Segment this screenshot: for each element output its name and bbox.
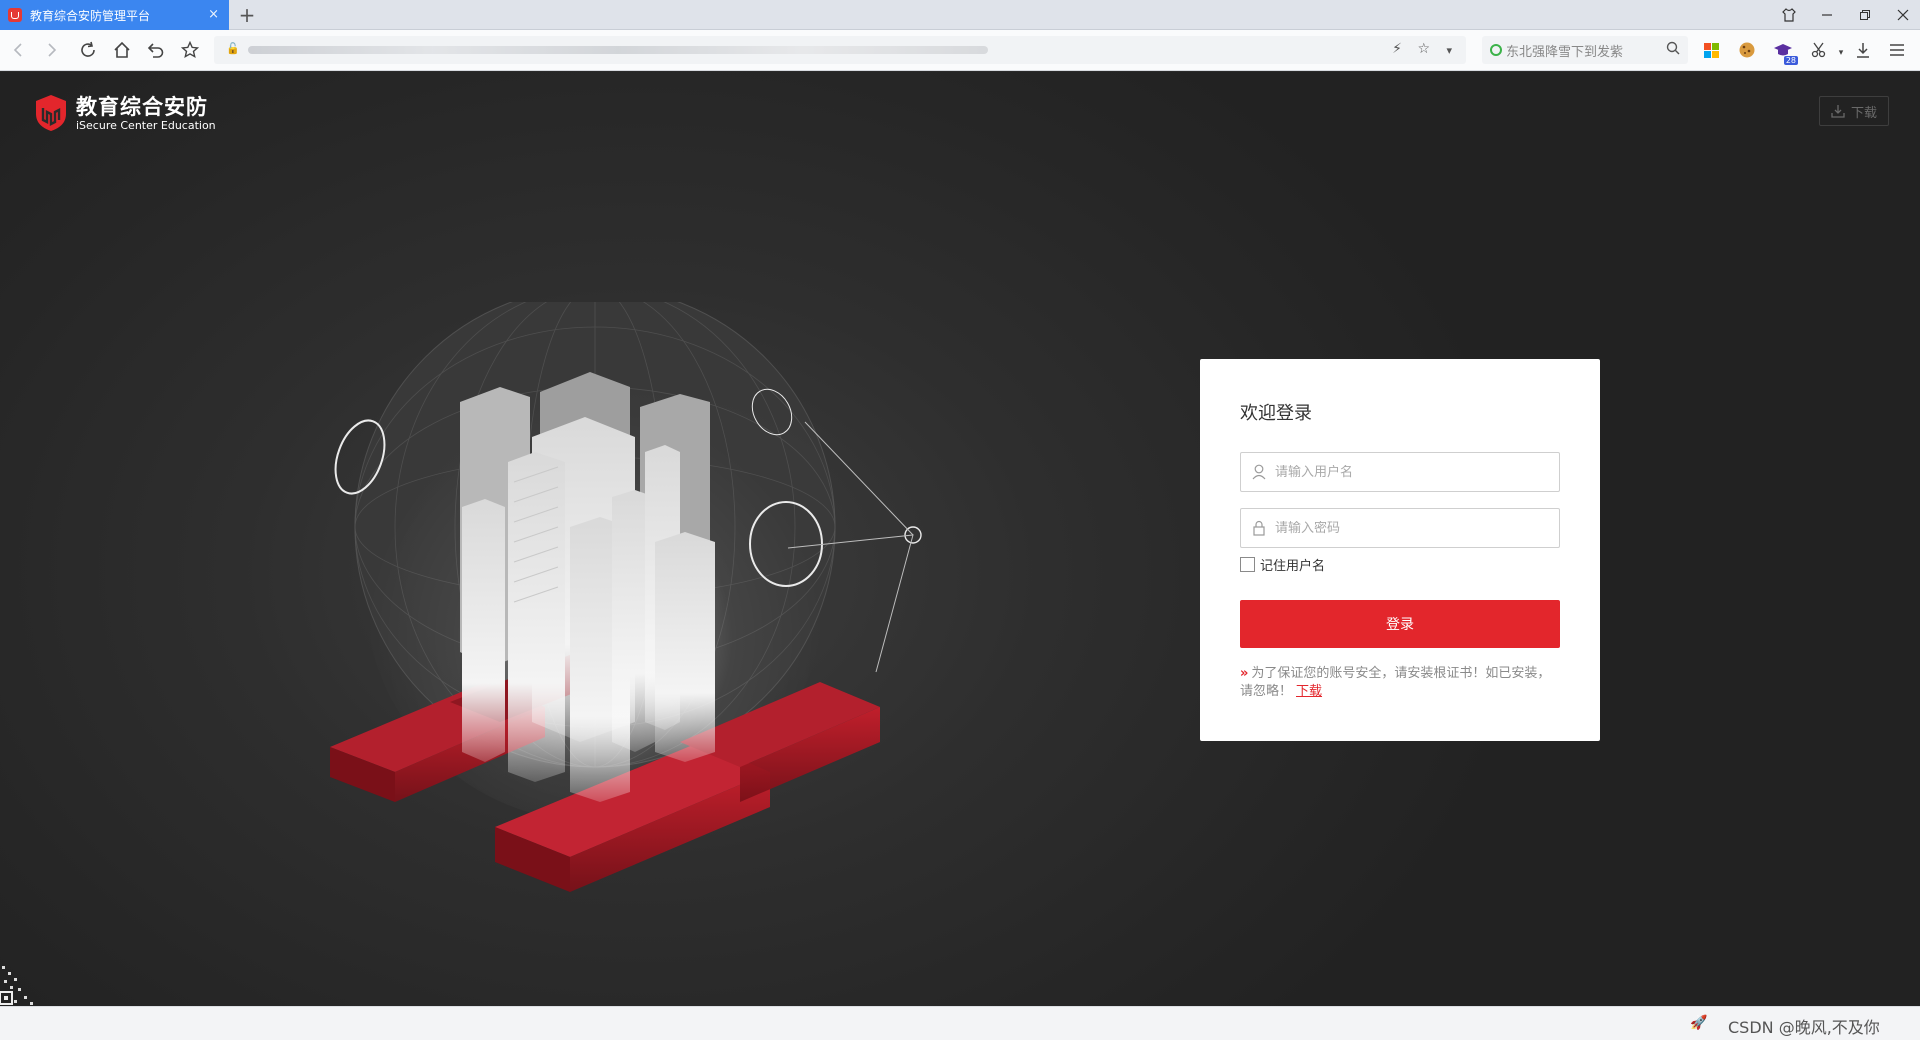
restore-button[interactable] [1846, 0, 1884, 30]
address-blurred-url [248, 46, 988, 54]
scissors-dropdown-icon[interactable]: ▾ [1830, 42, 1852, 64]
forward-icon[interactable] [40, 38, 64, 62]
username-field[interactable] [1240, 452, 1560, 492]
favorite-star-icon[interactable]: ☆ [1417, 41, 1430, 57]
double-chevron-icon: » [1240, 666, 1249, 681]
lock-icon [1251, 520, 1267, 536]
search-box[interactable]: 东北强降雪下到发紫 [1482, 36, 1688, 64]
browser-tab-active[interactable]: 教育综合安防管理平台 × [0, 0, 229, 30]
user-icon [1251, 464, 1267, 480]
remember-label: 记住用户名 [1260, 559, 1326, 574]
remember-checkbox[interactable] [1240, 557, 1255, 572]
tab-close-icon[interactable]: × [208, 7, 219, 22]
download-button[interactable]: 下载 [1819, 96, 1889, 126]
csdn-watermark: CSDN @晚风,不及你 [1728, 1018, 1880, 1037]
browser-navbar: 🔓 ⚡ ☆ ▾ 东北强降雪下到发紫 28 ▾ [0, 30, 1920, 71]
password-input[interactable] [1275, 520, 1545, 536]
new-tab-button[interactable]: + [236, 3, 258, 27]
logo-title: 教育综合安防 [76, 94, 208, 119]
city-globe-illustration [330, 302, 922, 892]
login-button[interactable]: 登录 [1240, 600, 1560, 648]
back-icon[interactable] [6, 38, 30, 62]
graduation-cap-icon[interactable]: 28 [1772, 39, 1798, 65]
download-manager-icon[interactable] [1852, 39, 1874, 61]
city-buildings [460, 372, 715, 802]
home-icon[interactable] [110, 38, 134, 62]
shield-logo-icon [36, 95, 66, 131]
brand-logo: 教育综合安防 iSecure Center Education [34, 94, 216, 132]
login-page: 教育综合安防 iSecure Center Education 下载 欢迎登录 … [0, 72, 1920, 1006]
extension-badge: 28 [1783, 56, 1798, 65]
username-input[interactable] [1275, 464, 1545, 480]
rocket-icon[interactable]: 🚀 [1690, 1015, 1707, 1031]
login-title: 欢迎登录 [1240, 403, 1312, 424]
search-icon[interactable] [1666, 41, 1680, 59]
certificate-notice: » 为了保证您的账号安全，请安装根证书！如已安装，请忽略！ 下载 [1240, 665, 1560, 701]
lightning-icon[interactable]: ⚡ [1392, 41, 1402, 57]
search-engine-icon [1490, 44, 1502, 56]
chevron-down-icon[interactable]: ▾ [1446, 44, 1452, 57]
download-icon [1831, 105, 1845, 118]
browser-tabbar: 教育综合安防管理平台 × + [0, 0, 1920, 30]
notice-text: 为了保证您的账号安全，请安装根证书！如已安装，请忽略！ [1240, 666, 1551, 699]
remember-username[interactable]: 记住用户名 [1240, 555, 1325, 574]
close-window-button[interactable] [1884, 0, 1920, 30]
certificate-download-link[interactable]: 下载 [1296, 684, 1322, 699]
bookmark-star-icon[interactable] [178, 38, 202, 62]
tab-title: 教育综合安防管理平台 [30, 8, 151, 23]
logo-subtitle: iSecure Center Education [76, 118, 216, 132]
app-grid-icon[interactable] [1700, 39, 1722, 61]
download-label: 下载 [1850, 105, 1877, 121]
cookie-icon[interactable] [1736, 39, 1758, 61]
password-field[interactable] [1240, 508, 1560, 548]
login-card: 欢迎登录 记住用户名 登录 »为了保证您的账号安全，请安装根证书！如已安装，请忽… [1200, 359, 1600, 741]
reload-icon[interactable] [76, 38, 100, 62]
insecure-lock-icon[interactable]: 🔓 [226, 42, 240, 55]
site-favicon-icon [8, 8, 22, 22]
scissors-icon[interactable] [1808, 39, 1830, 61]
search-placeholder: 东北强降雪下到发紫 [1506, 44, 1624, 60]
bottom-status-strip: 🚀 CSDN @晚风,不及你 [0, 1006, 1920, 1040]
minimize-button[interactable] [1808, 0, 1846, 30]
address-bar[interactable]: 🔓 ⚡ ☆ ▾ [214, 36, 1466, 64]
menu-icon[interactable] [1886, 39, 1908, 61]
shirt-skin-icon[interactable] [1770, 0, 1808, 30]
qr-code-fragment [0, 966, 33, 1005]
undo-close-icon[interactable] [144, 38, 168, 62]
